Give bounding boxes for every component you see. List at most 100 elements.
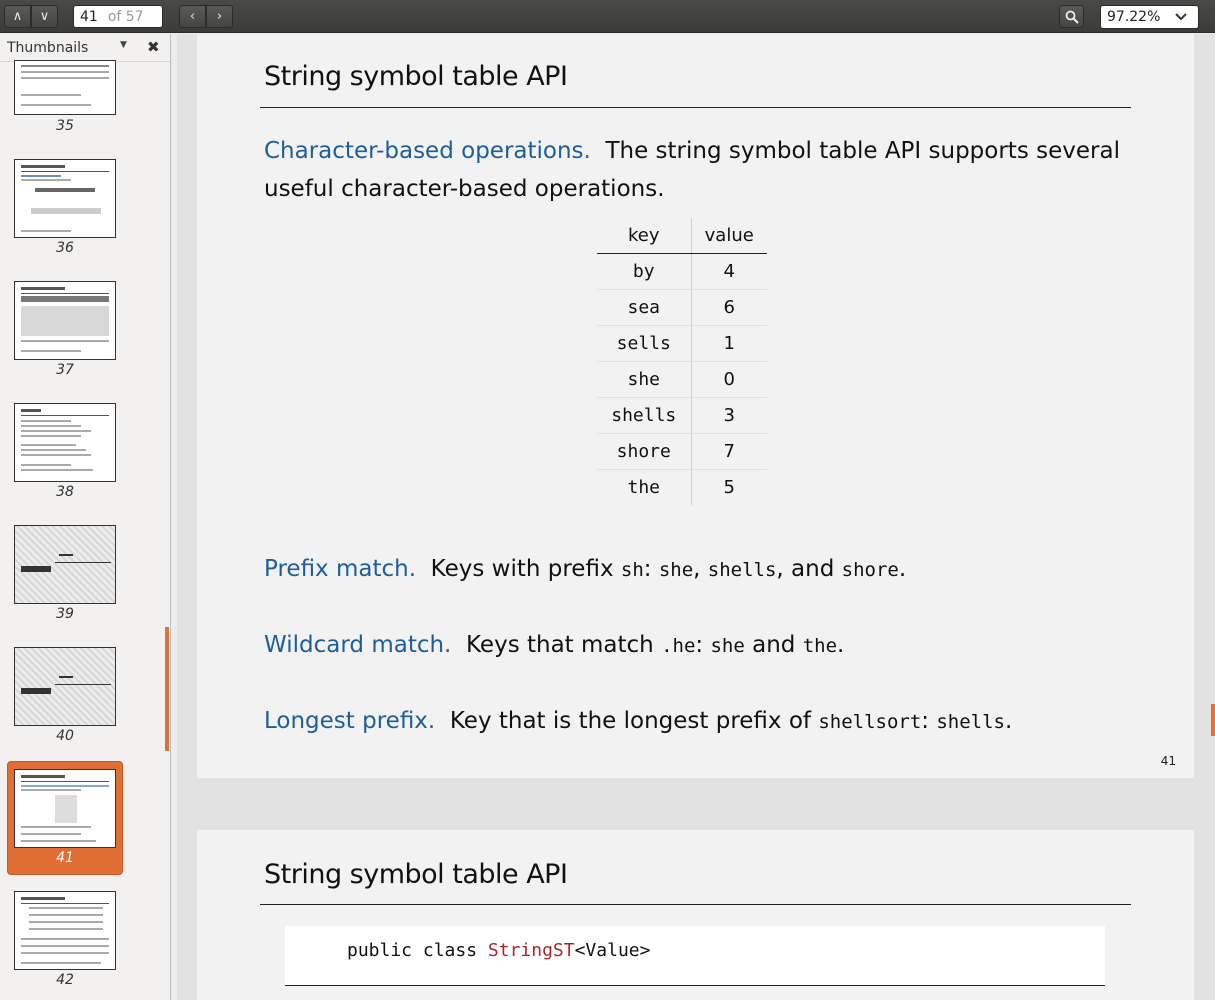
history-forward-button[interactable]: › — [206, 5, 233, 28]
thumbnail-page-36[interactable] — [14, 159, 116, 238]
table-cell-value: 7 — [691, 433, 767, 470]
wildcard-end: . — [837, 632, 845, 658]
thumbnail-page-41[interactable] — [14, 769, 116, 848]
table-cell-value: 0 — [691, 361, 767, 398]
table-cell-value: 4 — [691, 253, 767, 290]
thumbnail-label: 37 — [56, 362, 74, 378]
wildcard-key: the — [802, 635, 838, 657]
prefix-label: Prefix match. — [264, 556, 417, 582]
table-cell-value: 5 — [723, 476, 735, 498]
longest-code: shellsort — [818, 711, 922, 733]
prefix-key: she — [658, 559, 694, 581]
table-cell-value: 3 — [691, 397, 767, 434]
prefix-code: sh — [620, 559, 644, 581]
table-header-key: key — [597, 218, 692, 254]
table-row: sea 6 — [597, 289, 767, 326]
intro-label: Character-based operations. — [264, 138, 591, 164]
prefix-key: shore — [841, 559, 899, 581]
code-keyword: public class — [347, 940, 488, 961]
table-row: sells 1 — [597, 325, 767, 362]
thumbnail-page-40[interactable] — [14, 647, 116, 726]
prefix-key: shells — [707, 559, 777, 581]
longest-key: shells — [936, 711, 1005, 733]
table-row: shells 3 — [597, 397, 767, 434]
table-cell-key: the — [597, 469, 692, 505]
zoom-value: 97.22% — [1107, 9, 1161, 25]
prefix-text: Keys with prefix — [430, 556, 614, 582]
chevron-up-icon: ∧ — [12, 9, 23, 24]
table-cell-value: 1 — [691, 325, 767, 362]
wildcard-label: Wildcard match. — [264, 632, 452, 658]
page-title: String symbol table API — [264, 859, 568, 890]
longest-text: Key that is the longest prefix of — [449, 708, 812, 734]
table-row: she 0 — [597, 361, 767, 398]
prefix-end: . — [898, 556, 907, 582]
page-title: String symbol table API — [264, 61, 568, 92]
sidebar-scrollbar[interactable] — [165, 627, 169, 751]
document-scrollbar[interactable] — [1211, 704, 1215, 736]
close-icon[interactable]: ✖ — [147, 38, 160, 56]
longest-label: Longest prefix. — [264, 708, 436, 734]
search-button[interactable] — [1059, 5, 1084, 28]
table-row: the 5 — [597, 469, 767, 505]
wildcard-key: she — [710, 635, 745, 657]
key-value-table: key value by 4 sea 6 sells 1 she 0 shells 3 s… — [597, 218, 767, 505]
wildcard-and: and — [752, 632, 796, 658]
page-current: 41 — [80, 8, 98, 25]
thumbnail-label: 41 — [56, 850, 74, 866]
table-cell-key: by — [597, 253, 692, 290]
next-page-button[interactable]: ∨ — [31, 5, 58, 28]
thumbnail-label: 39 — [56, 606, 74, 622]
longest-end: . — [1004, 708, 1013, 734]
document-view[interactable]: String symbol table API Character-based … — [177, 34, 1215, 1000]
intro-paragraph: Character-based operations. The string s… — [264, 132, 1134, 208]
page-number: 41 — [1160, 754, 1176, 768]
page-total: of 57 — [107, 8, 144, 25]
table-cell-key: she — [597, 361, 692, 398]
sidebar-title[interactable]: Thumbnails — [7, 40, 88, 56]
chevron-right-icon: › — [216, 9, 223, 24]
thumbnail-page-38[interactable] — [14, 403, 116, 482]
wildcard-colon: : — [695, 632, 704, 658]
search-icon — [1065, 10, 1079, 24]
longest-prefix-paragraph: Longest prefix. Key that is the longest … — [264, 702, 1012, 741]
previous-page-button[interactable]: ∧ — [4, 5, 31, 28]
history-back-button[interactable]: ‹ — [179, 5, 206, 28]
page-number-input[interactable]: 41 of 57 — [73, 5, 163, 28]
dropdown-arrow-icon[interactable]: ▼ — [120, 40, 127, 50]
code-generic: <Value> — [574, 940, 651, 961]
longest-colon: : — [921, 708, 930, 734]
prefix-sep: , and — [776, 556, 835, 582]
table-cell-key: shore — [597, 433, 692, 470]
code-line: public class StringST<Value> — [347, 940, 650, 961]
table-row: by 4 — [597, 253, 767, 290]
table-cell-key: sea — [597, 289, 692, 326]
zoom-select[interactable]: 97.22% — [1100, 5, 1199, 29]
toolbar: ∧ ∨ 41 of 57 ‹ › 97.22% — [0, 0, 1215, 33]
chevron-left-icon: ‹ — [189, 9, 196, 24]
prefix-sep: , — [693, 556, 701, 582]
wildcard-code: .he — [661, 635, 696, 657]
code-class-name: StringST — [487, 940, 575, 961]
thumbnail-page-42[interactable] — [14, 891, 116, 970]
chevron-down-icon: ∨ — [39, 9, 50, 24]
chevron-down-icon — [1175, 13, 1187, 21]
title-rule — [260, 904, 1131, 905]
table-header-value: value — [691, 218, 767, 254]
code-block: public class StringST<Value> — [285, 926, 1105, 986]
thumbnail-label: 42 — [56, 972, 74, 988]
thumbnail-page-35[interactable] — [14, 60, 116, 115]
table-row: shore 7 — [597, 433, 767, 470]
prefix-colon: : — [643, 556, 652, 582]
thumbnail-page-39[interactable] — [14, 525, 116, 604]
title-rule — [260, 107, 1131, 108]
wildcard-text: Keys that match — [466, 632, 654, 658]
thumbnail-label: 38 — [56, 484, 74, 500]
thumbnail-page-37[interactable] — [14, 281, 116, 360]
thumbnail-label: 40 — [56, 728, 74, 744]
sidebar-header: Thumbnails ▼ ✖ — [0, 34, 170, 62]
prefix-paragraph: Prefix match. Keys with prefix sh: she , … — [264, 550, 906, 589]
wildcard-paragraph: Wildcard match. Keys that match .he: she… — [264, 626, 844, 665]
thumbnail-label: 35 — [56, 118, 74, 134]
table-cell-value: 6 — [691, 289, 767, 326]
